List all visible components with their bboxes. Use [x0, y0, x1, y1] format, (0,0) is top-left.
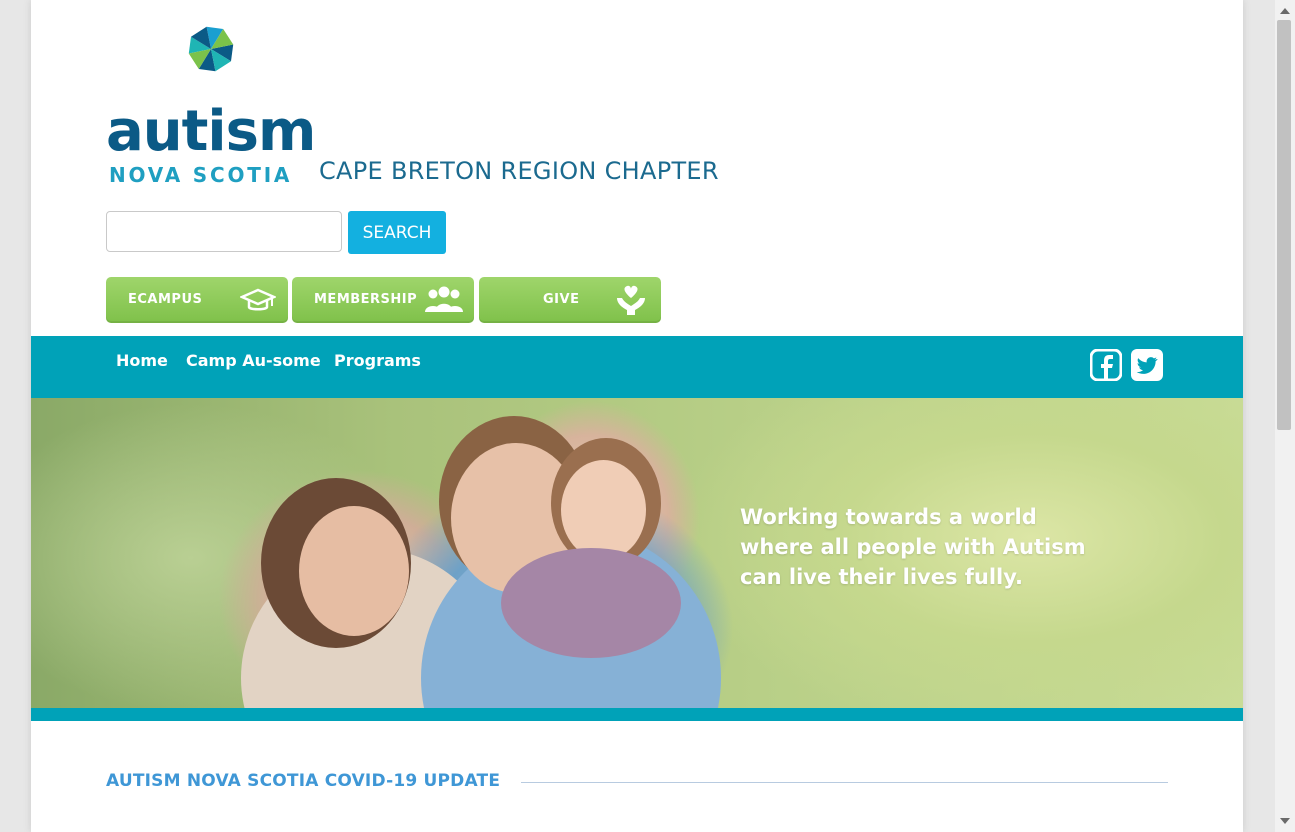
main-nav: Home Camp Au-some Programs	[31, 336, 1243, 398]
page: autism NOVA SCOTIA CAPE BRETON REGION CH…	[31, 0, 1243, 832]
hero-mother-face	[299, 506, 409, 636]
search-button[interactable]: SEARCH	[348, 211, 446, 254]
chapter-title: CAPE BRETON REGION CHAPTER	[319, 157, 719, 185]
people-icon	[425, 286, 463, 312]
hero-tagline-line-3: can live their lives fully.	[740, 565, 1023, 589]
give-label: GIVE	[543, 292, 580, 307]
scroll-thumb[interactable]	[1277, 20, 1291, 430]
page-scrollbar[interactable]	[1275, 0, 1295, 832]
hero-tagline-line-2: where all people with Autism	[740, 535, 1086, 559]
scroll-up-arrow-icon[interactable]	[1280, 8, 1290, 14]
facebook-icon[interactable]	[1090, 349, 1122, 381]
give-button[interactable]: GIVE	[479, 277, 661, 323]
heading-divider	[521, 782, 1168, 783]
hero-tagline-line-1: Working towards a world	[740, 505, 1037, 529]
ecampus-button[interactable]: ECAMPUS	[106, 277, 288, 323]
hero-bottom-stripe	[31, 708, 1243, 721]
nav-camp-ausome[interactable]: Camp Au-some	[186, 351, 321, 370]
membership-label: MEMBERSHIP	[314, 292, 418, 307]
nav-programs[interactable]: Programs	[334, 351, 421, 370]
logo-wordmark[interactable]: autism	[106, 104, 316, 160]
ecampus-label: ECAMPUS	[128, 292, 203, 307]
membership-button[interactable]: MEMBERSHIP	[292, 277, 474, 323]
logo-subtitle[interactable]: NOVA SCOTIA	[109, 164, 292, 186]
heart-hands-icon	[617, 285, 645, 315]
search-input[interactable]	[106, 211, 342, 252]
hero-girl-sweater	[501, 548, 681, 658]
hero-tagline: Working towards a world where all people…	[740, 502, 1086, 592]
scroll-down-arrow-icon[interactable]	[1280, 818, 1290, 824]
graduation-cap-icon	[240, 288, 276, 311]
hero-girl-face	[561, 460, 646, 560]
covid-update-heading[interactable]: AUTISM NOVA SCOTIA COVID-19 UPDATE	[106, 771, 500, 791]
twitter-icon[interactable]	[1131, 349, 1163, 381]
nav-home[interactable]: Home	[116, 351, 168, 370]
hero-banner: Working towards a world where all people…	[31, 398, 1243, 708]
